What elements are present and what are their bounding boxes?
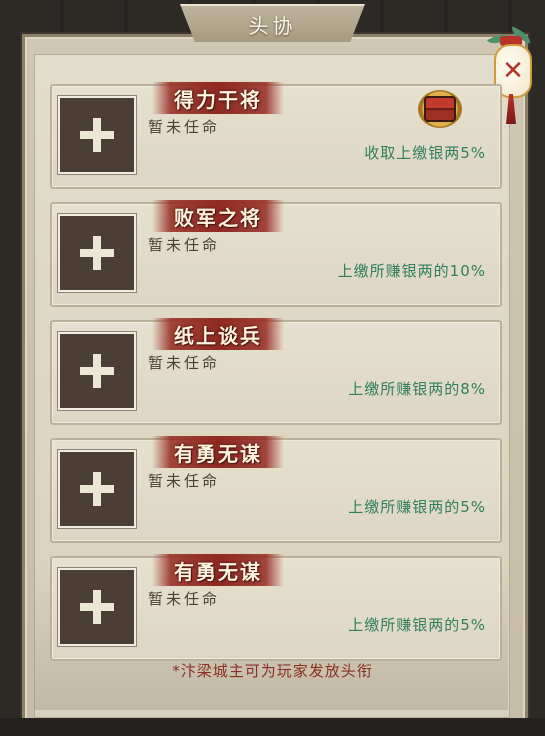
- rank-ribbon: 纸上谈兵: [152, 318, 284, 350]
- appointment-status: 暂未任命: [148, 354, 221, 372]
- tassel-decoration: [506, 94, 516, 124]
- appointment-status: 暂未任命: [148, 236, 221, 254]
- plus-icon: [80, 118, 114, 152]
- rank-title: 得力干将: [174, 87, 262, 112]
- position-row: 有勇无谋 暂未任命 上缴所赚银两的5%: [50, 554, 502, 661]
- rank-title: 有勇无谋: [174, 441, 262, 466]
- rank-ribbon: 得力干将: [152, 82, 284, 114]
- rank-ribbon: 有勇无谋: [152, 436, 284, 468]
- position-row: 纸上谈兵 暂未任命 上缴所赚银两的8%: [50, 318, 502, 425]
- title-banner: 头协: [180, 4, 365, 42]
- reward-text: 上缴所赚银两的8%: [348, 380, 486, 398]
- rank-title: 有勇无谋: [174, 559, 262, 584]
- rank-ribbon: 败军之将: [152, 200, 284, 232]
- reward-text: 上缴所赚银两的10%: [337, 262, 486, 280]
- close-icon[interactable]: ✕: [502, 58, 524, 84]
- treasure-chest-icon[interactable]: [418, 90, 462, 128]
- appoint-slot-button[interactable]: [58, 214, 136, 292]
- footer-note: *汴梁城主可为玩家发放头衔: [172, 662, 373, 680]
- reward-text: 上缴所赚银两的5%: [348, 498, 486, 516]
- appointment-status: 暂未任命: [148, 472, 221, 490]
- plus-icon: [80, 354, 114, 388]
- appoint-slot-button[interactable]: [58, 568, 136, 646]
- appoint-slot-button[interactable]: [58, 96, 136, 174]
- position-list: 得力干将 暂未任命 收取上缴银两5% 败军之将 暂未任命 上缴所赚银两的10% …: [50, 82, 502, 674]
- chest-body: [424, 96, 456, 122]
- bottom-strip: [0, 718, 545, 736]
- rank-title: 纸上谈兵: [174, 323, 262, 348]
- position-row: 有勇无谋 暂未任命 上缴所赚银两的5%: [50, 436, 502, 543]
- panel-title: 头协: [248, 13, 297, 38]
- appointment-status: 暂未任命: [148, 590, 221, 608]
- reward-text: 上缴所赚银两的5%: [348, 616, 486, 634]
- position-row: 败军之将 暂未任命 上缴所赚银两的10%: [50, 200, 502, 307]
- position-row: 得力干将 暂未任命 收取上缴银两5%: [50, 82, 502, 189]
- plus-icon: [80, 472, 114, 506]
- appointment-status: 暂未任命: [148, 118, 221, 136]
- appoint-slot-button[interactable]: [58, 332, 136, 410]
- rank-ribbon: 有勇无谋: [152, 554, 284, 586]
- plus-icon: [80, 236, 114, 270]
- reward-text: 收取上缴银两5%: [364, 144, 486, 162]
- plus-icon: [80, 590, 114, 624]
- rank-title: 败军之将: [174, 205, 262, 230]
- appoint-slot-button[interactable]: [58, 450, 136, 528]
